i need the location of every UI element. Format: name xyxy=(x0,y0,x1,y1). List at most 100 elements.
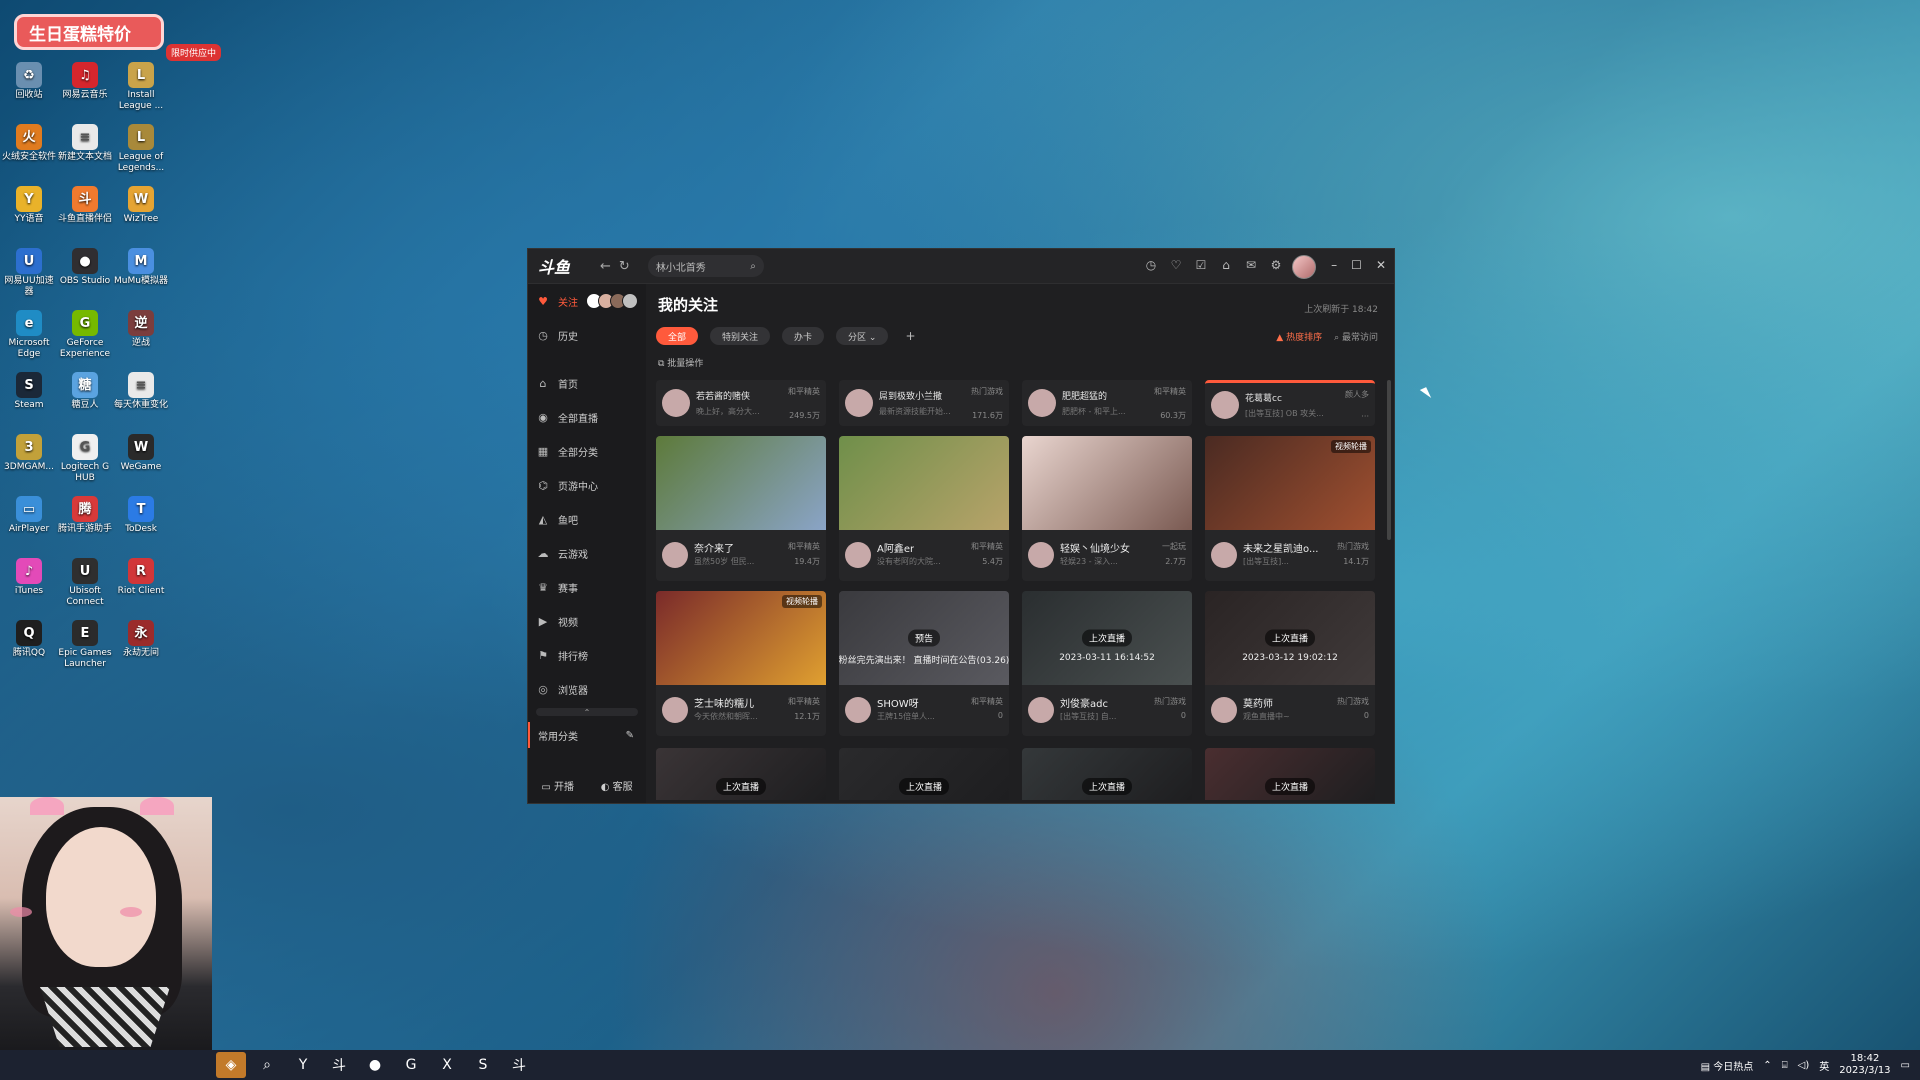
desktop-shortcut[interactable]: ♪ iTunes xyxy=(0,558,58,597)
search-input[interactable]: 林小北首秀 xyxy=(656,259,706,274)
close-icon[interactable]: ✕ xyxy=(1376,258,1386,272)
minimize-icon[interactable]: – xyxy=(1331,258,1337,272)
desktop-shortcut[interactable]: 火火绒安全软件 xyxy=(0,124,58,163)
search-icon[interactable]: ⌕ xyxy=(252,1052,282,1078)
filter-zone[interactable]: 分区 ⌄ xyxy=(836,327,889,345)
desktop-shortcut[interactable]: ≡ 新建文本文档 xyxy=(56,124,114,163)
live-room-card[interactable]: A阿鑫er 和平精英 没有老阿的大院... 5.4万 xyxy=(839,436,1009,581)
task-icon[interactable]: ☑ xyxy=(1193,257,1209,273)
add-filter-icon[interactable]: + xyxy=(900,327,920,345)
sort-hot[interactable]: ▲ 热度排序 xyxy=(1276,330,1322,343)
back-icon[interactable]: ← xyxy=(600,259,611,274)
desktop-shortcut[interactable]: M MuMu模拟器 xyxy=(112,248,170,287)
desktop-shortcut[interactable]: W WeGame xyxy=(112,434,170,473)
ime-indicator[interactable]: 英 xyxy=(1819,1058,1829,1073)
search-icon[interactable]: ⌕ xyxy=(750,261,756,272)
filter-all[interactable]: 全部 xyxy=(656,327,699,345)
message-icon[interactable]: ✉ xyxy=(1243,257,1259,273)
desktop-shortcut[interactable]: U 网易UU加速器 xyxy=(0,248,58,298)
desktop-shortcut[interactable]: G Logitech G HUB xyxy=(56,434,114,484)
maximize-icon[interactable]: ☐ xyxy=(1351,258,1362,272)
desktop-shortcut[interactable]: 逆逆战 xyxy=(112,310,170,349)
desktop-shortcut[interactable]: ● OBS Studio xyxy=(56,248,114,287)
desktop-shortcut[interactable]: ▭ AirPlayer xyxy=(0,496,58,535)
sidebar-item-follow[interactable]: ♥ 关注 xyxy=(528,284,646,318)
sidebar-item-events[interactable]: ♛ 赛事 xyxy=(528,570,646,604)
desktop-shortcut[interactable]: 腾腾讯手游助手 xyxy=(56,496,114,535)
settings-icon[interactable]: ⚙ xyxy=(1268,257,1284,273)
sidebar-item-ranking[interactable]: ⚑ 排行榜 xyxy=(528,638,646,672)
search-box[interactable]: 林小北首秀 ⌕ xyxy=(647,255,764,277)
desktop-shortcut[interactable]: ♫ 网易云音乐 xyxy=(56,62,114,101)
desktop-shortcut[interactable]: U Ubisoft Connect xyxy=(56,558,114,608)
sidebar-item-history[interactable]: ◷ 历史 xyxy=(528,318,646,352)
favorite-icon[interactable]: ♡ xyxy=(1168,257,1184,273)
service-button[interactable]: ◐ 客服 xyxy=(601,778,633,793)
yy-voice-icon[interactable]: Y xyxy=(288,1052,318,1078)
stream-thumbnail[interactable] xyxy=(656,436,826,530)
desktop-shortcut[interactable]: L Install League ... xyxy=(112,62,170,112)
desktop-shortcut[interactable]: ≡ 每天休重变化 xyxy=(112,372,170,411)
desktop-shortcut[interactable]: 糖糖豆人 xyxy=(56,372,114,411)
xbox-icon[interactable]: X xyxy=(432,1052,462,1078)
sidebar-item-fish-bar[interactable]: ◭ 鱼吧 xyxy=(528,502,646,536)
desktop-shortcut[interactable]: Q 腾讯QQ xyxy=(0,620,58,659)
volume-icon[interactable]: ◁) xyxy=(1798,1060,1810,1071)
steam-icon[interactable]: S xyxy=(468,1052,498,1078)
desktop-shortcut[interactable]: W WizTree xyxy=(112,186,170,225)
stream-thumbnail[interactable] xyxy=(839,436,1009,530)
filter-card[interactable]: 办卡 xyxy=(782,327,825,345)
history-icon[interactable]: ◷ xyxy=(1143,257,1159,273)
desktop-shortcut[interactable]: S Steam xyxy=(0,372,58,411)
live-room-card[interactable]: 上次直播 xyxy=(839,748,1009,800)
network-icon[interactable]: ⌸ xyxy=(1782,1060,1788,1071)
sidebar-item-web-games[interactable]: ⌬ 页游中心 xyxy=(528,468,646,502)
notification-icon[interactable]: ▭ xyxy=(1901,1060,1910,1071)
douyu-client-icon[interactable]: 斗 xyxy=(504,1052,534,1078)
desktop-shortcut[interactable]: G GeForce Experience xyxy=(56,310,114,360)
obs-icon[interactable]: ● xyxy=(360,1052,390,1078)
desktop-shortcut[interactable]: ♻ 回收站 xyxy=(0,62,58,101)
live-room-card[interactable]: 轻娱丶仙境少女 一起玩 轻娱23 - 深入... 2.7万 xyxy=(1022,436,1192,581)
stream-thumbnail[interactable]: 视频轮播 xyxy=(1205,436,1375,530)
sort-recent[interactable]: ⌕ 最常访问 xyxy=(1334,330,1378,343)
sidebar-item-all-categories[interactable]: ▦ 全部分类 xyxy=(528,434,646,468)
edit-icon[interactable]: ✎ xyxy=(626,730,634,741)
filter-special[interactable]: 特别关注 xyxy=(710,327,771,345)
start-icon[interactable]: ◈ xyxy=(216,1052,246,1078)
desktop-shortcut[interactable]: L League of Legends... xyxy=(112,124,170,174)
stream-thumbnail[interactable] xyxy=(1022,436,1192,530)
followed-streamer-card[interactable]: 若若酱的赌侠 晚上好，高分大... 和平精英 249.5万 xyxy=(656,380,826,426)
live-room-card[interactable]: 视频轮播 芝士味的糯儿 和平精英 今天依然和朝晖... 12.1万 xyxy=(656,591,826,736)
live-room-card[interactable]: 上次直播 xyxy=(1022,748,1192,800)
desktop-shortcut[interactable]: 永永劫无间 xyxy=(112,620,170,659)
desktop-shortcut[interactable]: E Epic Games Launcher xyxy=(56,620,114,670)
sidebar-item-browser[interactable]: ◎ 浏览器 xyxy=(528,672,646,706)
geforce-icon[interactable]: G xyxy=(396,1052,426,1078)
chevron-up-icon[interactable]: ⌃ xyxy=(1763,1060,1771,1071)
live-room-card[interactable]: 奈介来了 和平精英 虽然50岁 但民... 19.4万 xyxy=(656,436,826,581)
desktop-shortcut[interactable]: T ToDesk xyxy=(112,496,170,535)
common-category[interactable]: 常用分类 ✎ xyxy=(528,722,646,748)
followed-streamer-card[interactable]: 肥肥超猛的 肥肥杯 - 和平上... 和平精英 60.3万 xyxy=(1022,380,1192,426)
desktop-shortcut[interactable]: Y YY语音 xyxy=(0,186,58,225)
desktop-shortcut[interactable]: e Microsoft Edge xyxy=(0,310,58,360)
broadcast-button[interactable]: ▭ 开播 xyxy=(541,778,574,793)
refresh-icon[interactable]: ↻ xyxy=(619,259,630,274)
news-widget[interactable]: ▤ 今日热点 xyxy=(1701,1058,1754,1073)
sidebar-item-cloud-game[interactable]: ☁ 云游戏 xyxy=(528,536,646,570)
live-room-card[interactable]: 预告 粉丝完先演出来！ 直播时间在公告(03.26) SHOW呀 和平精英 王牌15倍单… xyxy=(839,591,1009,736)
followed-streamer-card[interactable]: 花葛葛cc [出等互技] OB 攻关... 颜人多 ··· xyxy=(1205,380,1375,426)
sidebar-item-home[interactable]: ⌂ 首页 xyxy=(528,366,646,400)
desktop-shortcut[interactable]: 3 3DMGAM... xyxy=(0,434,58,473)
stream-thumbnail[interactable]: 预告 粉丝完先演出来！ 直播时间在公告(03.26) xyxy=(839,591,1009,685)
live-room-card[interactable]: 上次直播 xyxy=(656,748,826,800)
desktop-shortcut[interactable]: 斗斗鱼直播伴侣 xyxy=(56,186,114,225)
stream-thumbnail[interactable]: 视频轮播 xyxy=(656,591,826,685)
douyu-icon[interactable]: 斗 xyxy=(324,1052,354,1078)
live-room-card[interactable]: 视频轮播 未来之星凯迪o... 热门游戏 [出等互技]... 14.1万 xyxy=(1205,436,1375,581)
sidebar-item-video[interactable]: ▶ 视频 xyxy=(528,604,646,638)
stream-thumbnail[interactable]: 上次直播 2023-03-12 19:02:12 xyxy=(1205,591,1375,685)
gift-icon[interactable]: ⌂ xyxy=(1218,257,1234,273)
live-room-card[interactable]: 上次直播 xyxy=(1205,748,1375,800)
